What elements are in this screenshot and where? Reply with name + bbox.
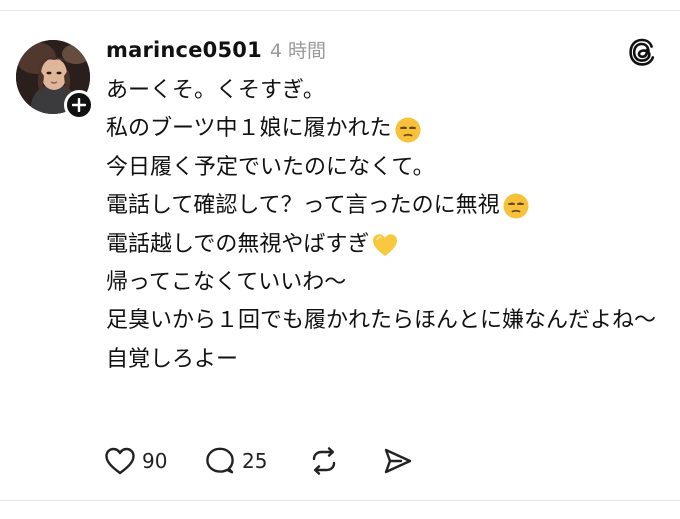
send-icon	[384, 448, 412, 474]
avatar-container[interactable]	[16, 40, 96, 120]
timestamp: 4 時間	[269, 40, 327, 62]
repost-icon	[312, 447, 336, 475]
unamused-face-emoji-icon	[503, 193, 529, 219]
top-divider	[0, 10, 680, 11]
post-body: あーくそ。くそすぎ。 私のブーツ中１娘に履かれた 今日履く予定でいたのになくて。…	[106, 72, 666, 379]
unamused-face-emoji-icon	[395, 117, 421, 143]
heart-icon	[105, 447, 135, 475]
post-line-text: 自覚しろよー	[106, 346, 239, 372]
like-button[interactable]: 90	[104, 446, 204, 476]
post-line-text: 今日履く予定でいたのになくて。	[106, 154, 435, 180]
comment-bubble-icon	[206, 447, 234, 474]
post-line-text: 電話越しでの無視やばすぎ	[106, 231, 370, 257]
comment-button[interactable]: 25	[204, 446, 308, 476]
action-bar: 90 25	[104, 444, 414, 478]
post-line: 電話越しでの無視やばすぎ	[106, 226, 666, 264]
post-line: 電話して確認して？って言ったのに無視	[106, 187, 666, 225]
post-header: marince0501 4 時間	[106, 36, 326, 64]
post-line-text: 帰ってこなくていいわ〜	[106, 270, 347, 296]
comment-count: 25	[242, 449, 268, 473]
threads-logo-icon[interactable]	[626, 36, 658, 68]
like-count: 90	[142, 449, 168, 473]
repost-button[interactable]	[308, 446, 382, 476]
post-line: 足臭いから１回でも履かれたらほんとに嫌なんだよね〜	[106, 302, 666, 340]
post-line-text: 電話して確認して？って言ったのに無視	[106, 193, 500, 219]
post-line: あーくそ。くそすぎ。	[106, 72, 666, 110]
post-line: 私のブーツ中１娘に履かれた	[106, 110, 666, 148]
post-line-text: 私のブーツ中１娘に履かれた	[106, 116, 392, 142]
plus-icon	[72, 98, 86, 112]
post-line: 自覚しろよー	[106, 341, 666, 379]
follow-button[interactable]	[64, 90, 94, 120]
share-button[interactable]	[382, 446, 414, 476]
bottom-divider	[0, 500, 680, 501]
yellow-heart-emoji-icon	[373, 234, 398, 256]
post-line-text: 足臭いから１回でも履かれたらほんとに嫌なんだよね〜	[106, 308, 657, 334]
post-line: 今日履く予定でいたのになくて。	[106, 149, 666, 187]
post-line: 帰ってこなくていいわ〜	[106, 264, 666, 302]
username[interactable]: marince0501	[106, 38, 262, 62]
post-line-text: あーくそ。くそすぎ。	[106, 78, 325, 103]
